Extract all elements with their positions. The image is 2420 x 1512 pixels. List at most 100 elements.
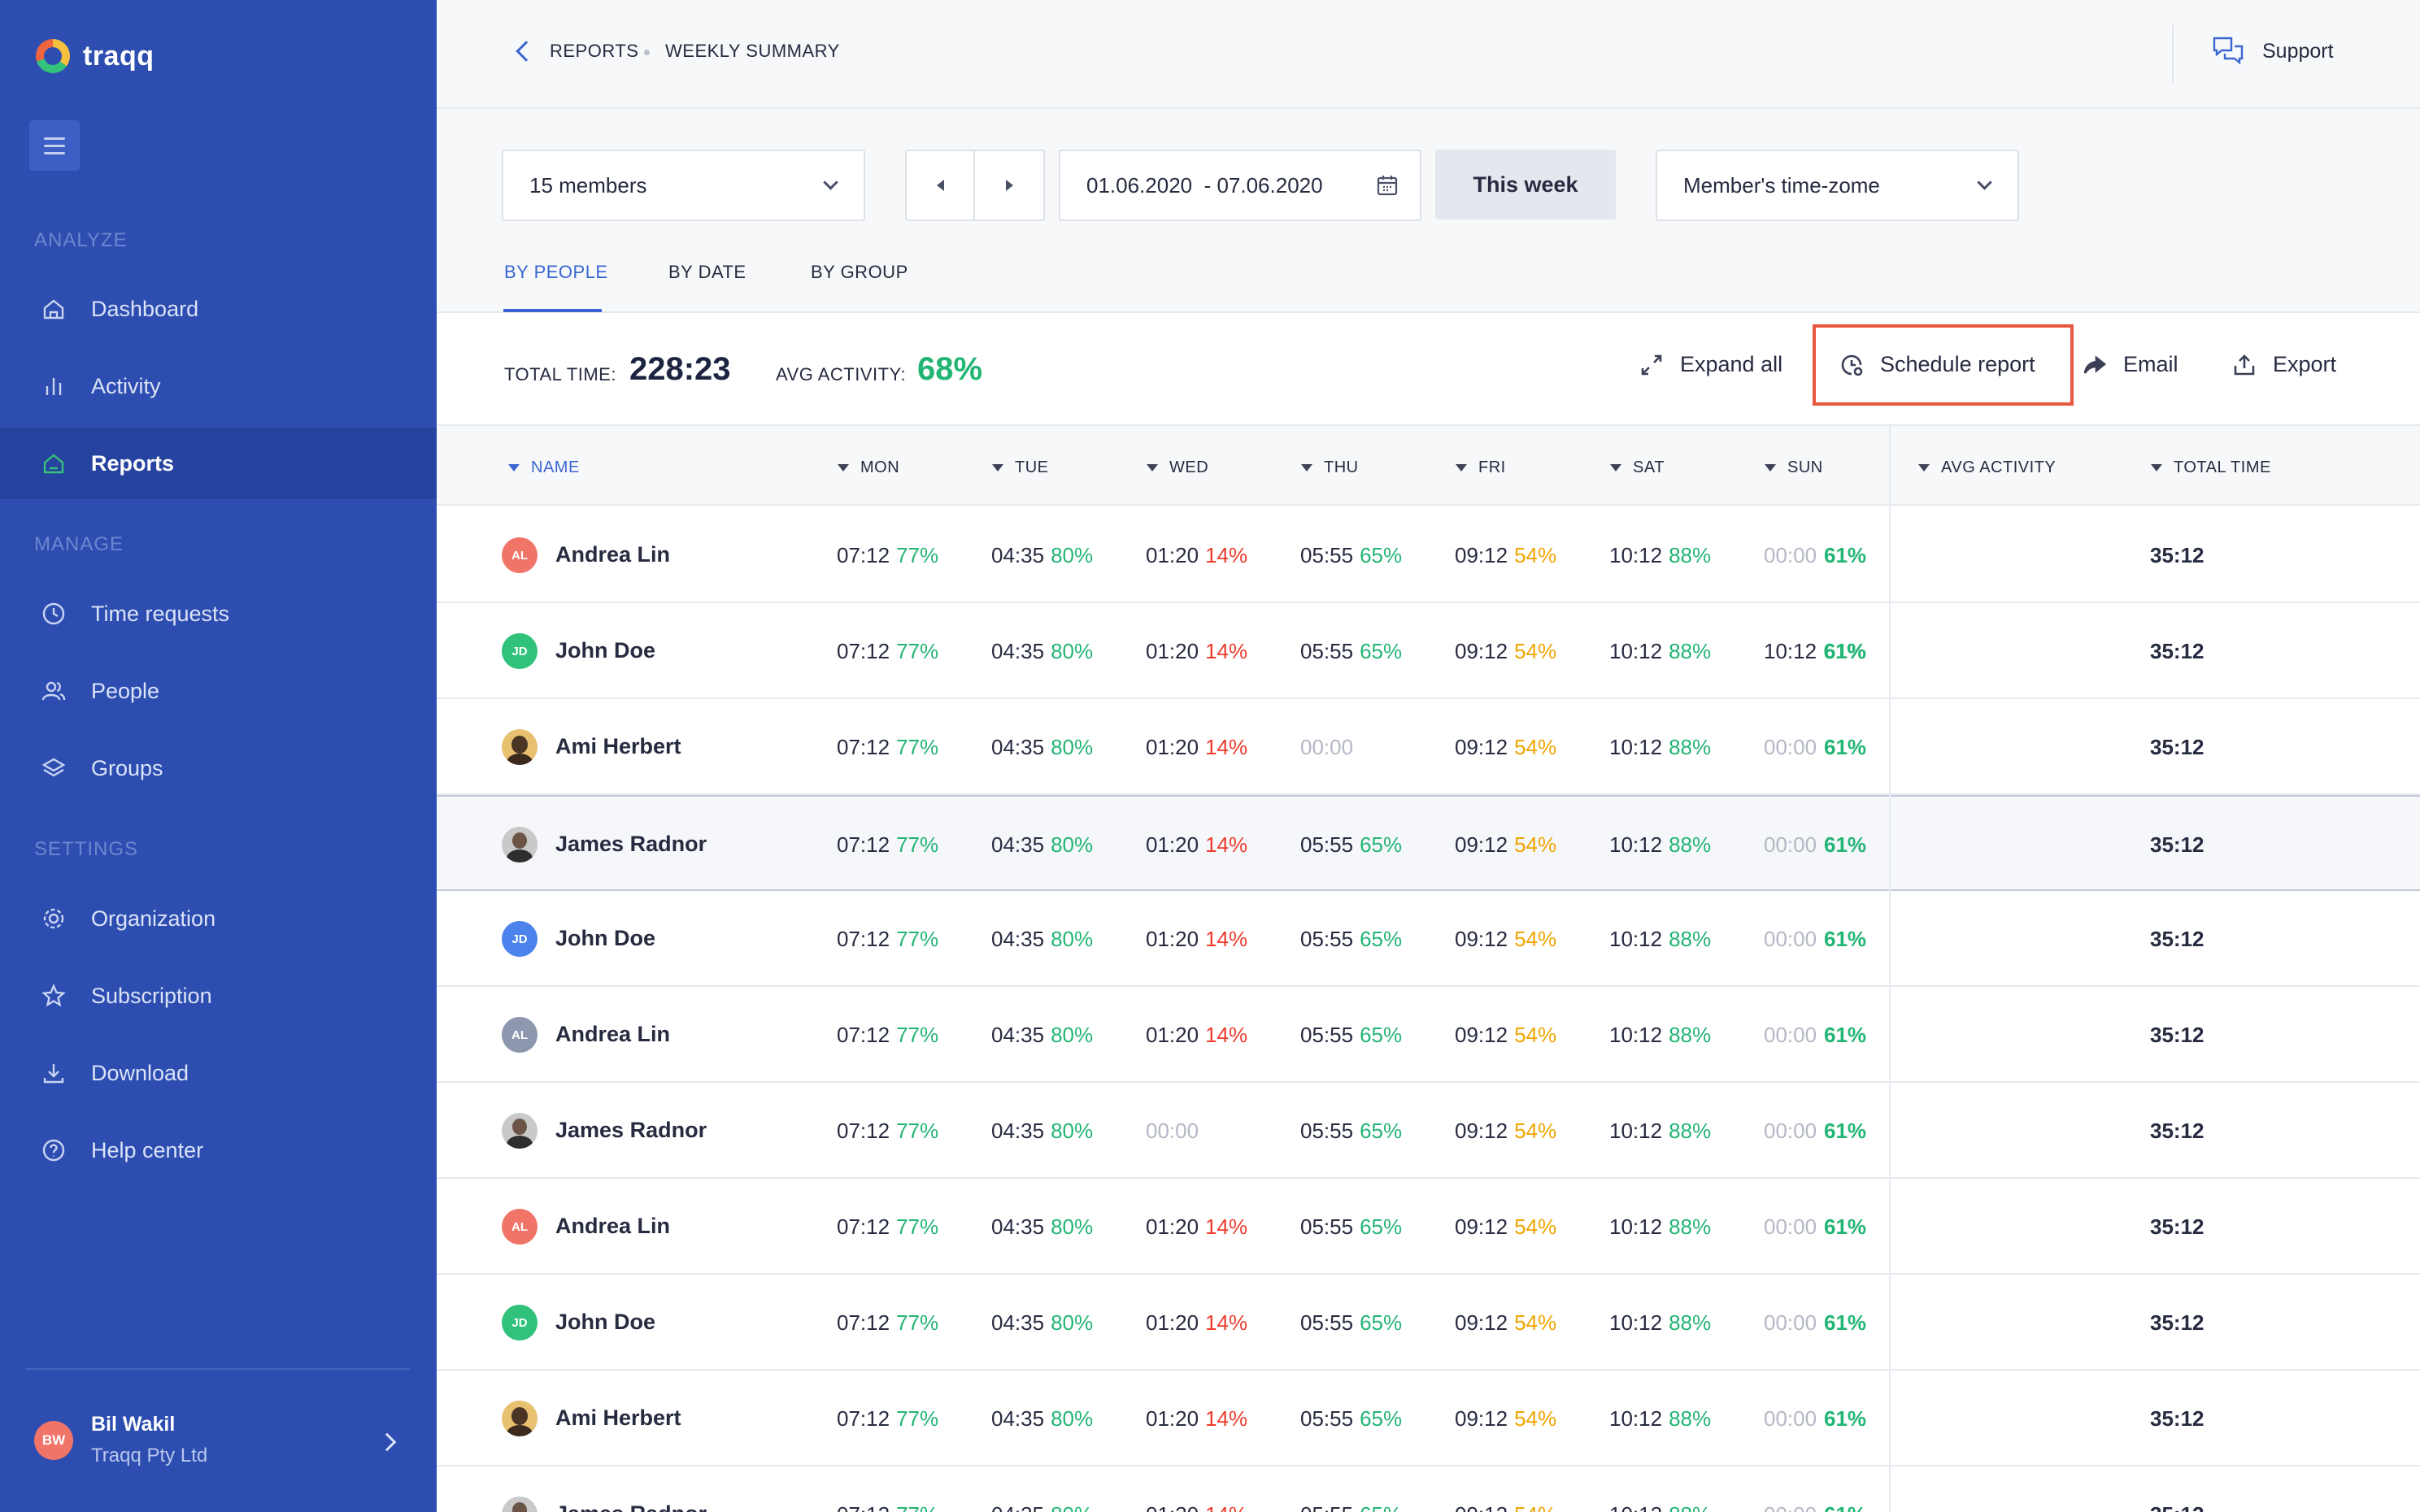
tab-by-group[interactable]: BY GROUP bbox=[811, 262, 908, 283]
chevron-right-icon[interactable] bbox=[377, 1432, 397, 1452]
table-row[interactable]: JD John Doe 07:12 77% 04:35 80% 01:20 14% 05:55 6… bbox=[437, 603, 2420, 699]
avg-activity-cell: 61% bbox=[1824, 639, 1867, 663]
day-time: 00:00 bbox=[1764, 543, 1817, 567]
breadcrumb-reports[interactable]: REPORTS bbox=[550, 41, 638, 62]
table-row[interactable]: James Radnor 07:12 77% 04:35 80% 00:00 05:55 65… bbox=[437, 1083, 2420, 1179]
sidebar-item-time-requests[interactable]: Time requests bbox=[0, 578, 437, 650]
day-time: 00:00 bbox=[1146, 1119, 1199, 1143]
member-name[interactable]: John Doe bbox=[555, 1310, 655, 1335]
column-header-tue[interactable]: TUE bbox=[992, 458, 1049, 477]
day-cell: 05:5565% bbox=[1300, 1406, 1402, 1432]
member-name[interactable]: James Radnor bbox=[555, 1118, 707, 1143]
member-name[interactable]: Andrea Lin bbox=[555, 542, 670, 567]
day-time: 07:12 bbox=[837, 832, 890, 857]
email-button[interactable]: Email bbox=[2083, 352, 2178, 377]
day-cell: 09:1254% bbox=[1455, 832, 1556, 858]
day-cell: 01:2014% bbox=[1146, 1502, 1247, 1512]
user-profile[interactable]: BW Bil Wakil Traqq Pty Ltd bbox=[34, 1413, 207, 1467]
sidebar-item-download[interactable]: Download bbox=[0, 1037, 437, 1109]
export-button[interactable]: Export bbox=[2232, 352, 2336, 377]
column-header-wed[interactable]: WED bbox=[1147, 458, 1208, 477]
tab-by-people[interactable]: BY PEOPLE bbox=[504, 262, 608, 283]
day-time: 01:20 bbox=[1146, 1310, 1199, 1335]
layers-icon bbox=[41, 755, 67, 781]
day-time: 09:12 bbox=[1455, 927, 1508, 951]
sort-caret-icon bbox=[1765, 464, 1776, 471]
day-activity: 14% bbox=[1205, 1310, 1248, 1335]
member-name[interactable]: James Radnor bbox=[555, 1501, 707, 1512]
table-row[interactable]: AL Andrea Lin 07:12 77% 04:35 80% 01:20 14% 05:5… bbox=[437, 507, 2420, 603]
day-activity: 14% bbox=[1205, 927, 1248, 951]
sidebar-item-people[interactable]: People bbox=[0, 655, 437, 727]
day-cell: 05:5565% bbox=[1300, 832, 1402, 858]
member-name[interactable]: John Doe bbox=[555, 926, 655, 951]
table-row[interactable]: AL Andrea Lin 07:12 77% 04:35 80% 01:20 14% 05:5… bbox=[437, 987, 2420, 1083]
day-time: 04:35 bbox=[991, 1502, 1044, 1512]
clock-icon bbox=[41, 601, 67, 627]
day-time: 10:12 bbox=[1609, 1119, 1663, 1143]
day-cell: 04:3580% bbox=[991, 543, 1093, 568]
timezone-dropdown[interactable]: Member's time-zome bbox=[1656, 150, 2019, 221]
day-cell: 07:1277% bbox=[837, 1406, 938, 1432]
column-header-name[interactable]: NAME bbox=[508, 458, 580, 477]
total-time-cell: 35:12 bbox=[2150, 1119, 2205, 1143]
calendar-icon[interactable] bbox=[1376, 174, 1399, 197]
day-cell: 10:1288% bbox=[1609, 1214, 1711, 1240]
this-week-button[interactable]: This week bbox=[1435, 150, 1616, 219]
day-cell: 04:3580% bbox=[991, 1502, 1093, 1512]
day-time: 04:35 bbox=[991, 543, 1045, 567]
member-name[interactable]: Ami Herbert bbox=[555, 734, 681, 759]
column-header-fri[interactable]: FRI bbox=[1456, 458, 1506, 477]
member-name[interactable]: James Radnor bbox=[555, 832, 707, 857]
date-range-input[interactable]: 01.06.2020 - 07.06.2020 bbox=[1059, 150, 1421, 221]
column-header-mon[interactable]: MON bbox=[838, 458, 899, 477]
column-header-avg-activity[interactable]: AVG ACTIVITY bbox=[1918, 458, 2056, 477]
day-cell: 10:1288% bbox=[1609, 1119, 1711, 1144]
day-time: 01:20 bbox=[1146, 1023, 1199, 1047]
member-name[interactable]: Andrea Lin bbox=[555, 1022, 670, 1047]
table-row[interactable]: Ami Herbert 07:12 77% 04:35 80% 01:20 14% 00:00… bbox=[437, 699, 2420, 795]
table-row[interactable]: James Radnor07:1277%04:3580%01:2014%05:5… bbox=[437, 1466, 2420, 1512]
sidebar-item-organization[interactable]: Organization bbox=[0, 883, 437, 954]
total-time-cell: 35:12 bbox=[2150, 639, 2205, 663]
support-button[interactable]: Support bbox=[2212, 36, 2334, 67]
table-row[interactable]: JD John Doe 07:12 77% 04:35 80% 01:20 14% 05:55 6… bbox=[437, 891, 2420, 987]
member-name[interactable]: John Doe bbox=[555, 638, 655, 663]
day-activity: 77% bbox=[896, 1310, 939, 1335]
day-time: 01:20 bbox=[1146, 1406, 1199, 1431]
day-cell: 09:1254% bbox=[1455, 543, 1556, 568]
day-activity: 77% bbox=[896, 1406, 939, 1431]
sidebar-item-dashboard[interactable]: Dashboard bbox=[0, 273, 437, 345]
tab-by-date[interactable]: BY DATE bbox=[668, 262, 746, 283]
menu-toggle-button[interactable] bbox=[29, 120, 80, 171]
next-week-button[interactable] bbox=[975, 151, 1043, 219]
sidebar-item-label: Activity bbox=[91, 373, 161, 398]
sidebar-item-activity[interactable]: Activity bbox=[0, 350, 437, 422]
member-name[interactable]: Andrea Lin bbox=[555, 1214, 670, 1239]
sort-caret-icon bbox=[1610, 464, 1621, 471]
day-activity: 54% bbox=[1514, 639, 1557, 663]
column-header-total-time[interactable]: TOTAL TIME bbox=[2151, 458, 2271, 477]
day-cell: 09:1254% bbox=[1455, 1406, 1556, 1432]
day-time: 09:12 bbox=[1455, 1214, 1508, 1239]
member-name[interactable]: Ami Herbert bbox=[555, 1406, 681, 1431]
table-row[interactable]: AL Andrea Lin 07:12 77% 04:35 80% 01:20 14% 05:5… bbox=[437, 1179, 2420, 1275]
day-time: 09:12 bbox=[1455, 735, 1508, 759]
app-logo[interactable]: traqq bbox=[36, 36, 155, 76]
sidebar-item-groups[interactable]: Groups bbox=[0, 732, 437, 804]
sidebar-item-help-center[interactable]: Help center bbox=[0, 1114, 437, 1186]
sidebar-item-reports[interactable]: Reports bbox=[0, 428, 437, 499]
day-time: 05:55 bbox=[1300, 543, 1354, 567]
table-row[interactable]: James Radnor07:1277%04:3580%01:2014%05:5… bbox=[437, 795, 2420, 891]
day-cell: 01:2014% bbox=[1146, 927, 1247, 952]
members-dropdown[interactable]: 15 members bbox=[502, 150, 865, 221]
table-row[interactable]: Ami Herbert 07:12 77% 04:35 80% 01:20 14% 05:55… bbox=[437, 1371, 2420, 1466]
table-row[interactable]: JD John Doe 07:12 77% 04:35 80% 01:20 14% 05:55 6… bbox=[437, 1275, 2420, 1371]
column-header-sat[interactable]: SAT bbox=[1610, 458, 1665, 477]
column-header-sun[interactable]: SUN bbox=[1765, 458, 1823, 477]
sidebar-item-subscription[interactable]: Subscription bbox=[0, 960, 437, 1032]
expand-all-button[interactable]: Expand all bbox=[1639, 352, 1782, 377]
day-cell: 01:2014% bbox=[1146, 1023, 1247, 1048]
previous-week-button[interactable] bbox=[907, 151, 976, 219]
column-header-thu[interactable]: THU bbox=[1301, 458, 1359, 477]
